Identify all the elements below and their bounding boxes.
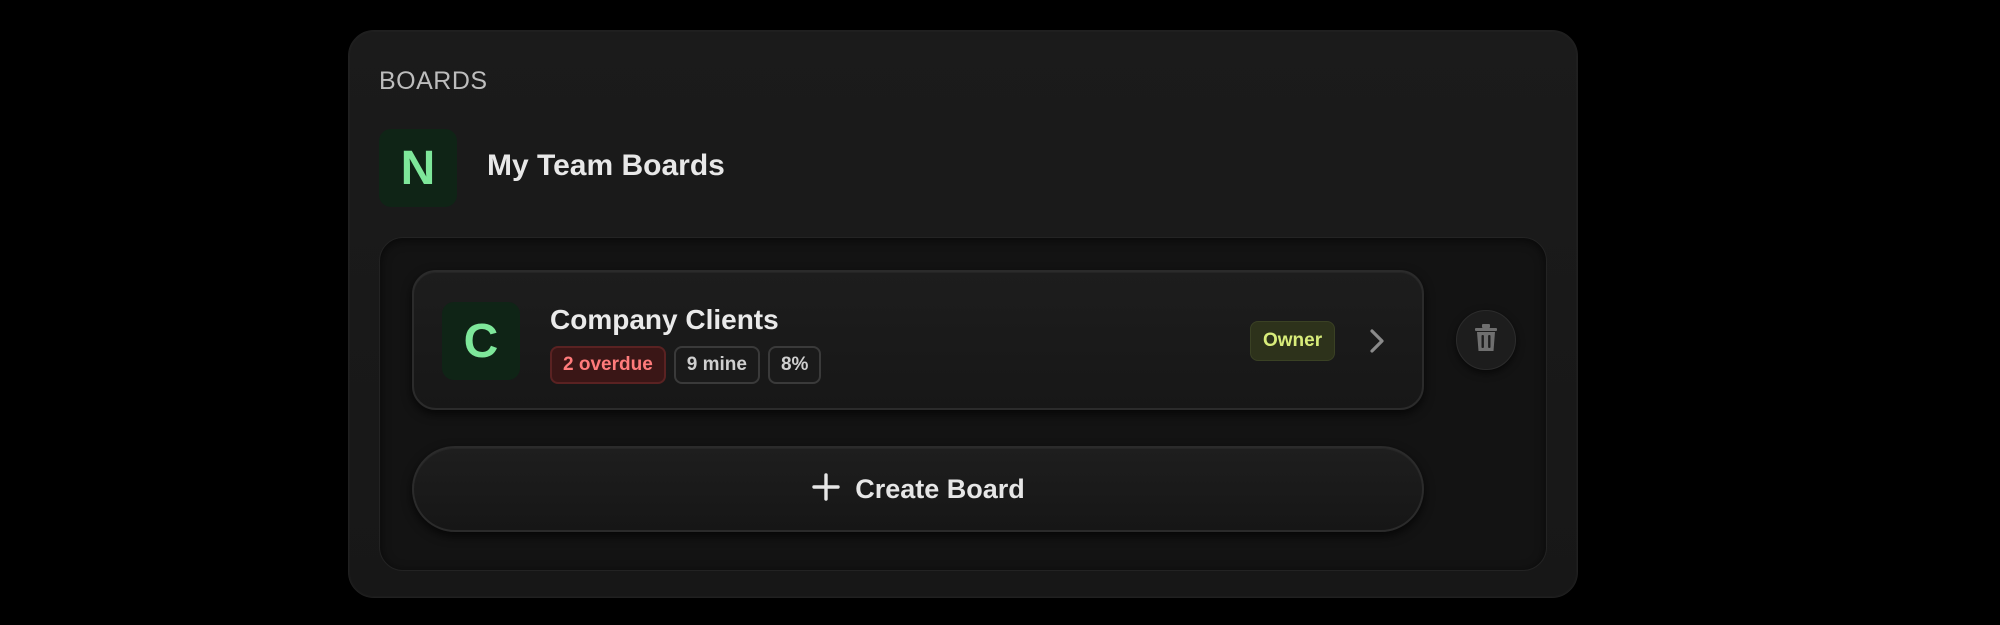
chevron-right-icon[interactable] — [1362, 324, 1392, 358]
board-name: Company Clients — [550, 304, 779, 335]
boards-list: C Company Clients 2 overdue 9 mine 8% Ow… — [379, 237, 1547, 571]
board-avatar: C — [442, 302, 520, 380]
team-title: My Team Boards — [487, 149, 725, 182]
progress-chip: 8% — [767, 346, 822, 384]
boards-panel: BOARDS N My Team Boards C Company Client… — [348, 30, 1578, 598]
section-label: BOARDS — [379, 67, 488, 95]
delete-board-button[interactable] — [1456, 310, 1516, 370]
board-stats: 2 overdue 9 mine 8% — [550, 346, 822, 384]
team-avatar: N — [379, 129, 457, 207]
role-badge: Owner — [1250, 321, 1336, 361]
overdue-chip: 2 overdue — [550, 346, 666, 384]
mine-chip: 9 mine — [673, 346, 760, 384]
trash-icon — [1473, 323, 1499, 358]
board-card[interactable]: C Company Clients 2 overdue 9 mine 8% Ow… — [412, 270, 1424, 410]
create-board-button[interactable]: Create Board — [412, 446, 1424, 532]
create-board-label: Create Board — [855, 473, 1025, 504]
plus-icon — [811, 472, 841, 507]
